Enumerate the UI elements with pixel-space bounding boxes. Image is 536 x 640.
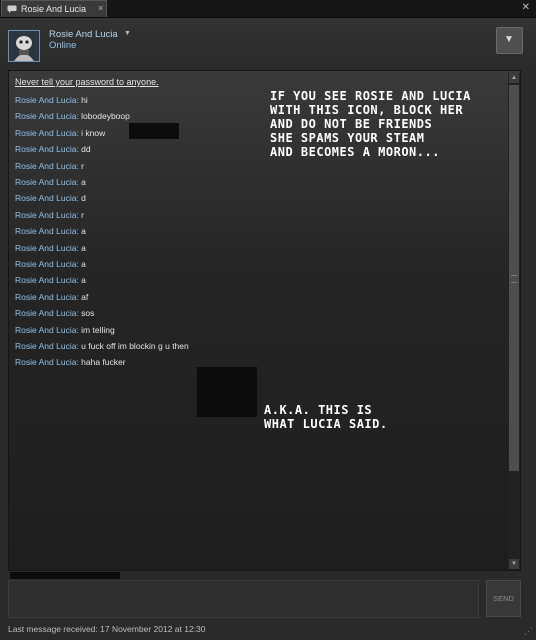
chat-scrollbar[interactable]: ▲ ▼ bbox=[508, 73, 520, 569]
chat-menu-button[interactable]: ▼ bbox=[496, 27, 523, 54]
message-sender[interactable]: Rosie And Lucia bbox=[15, 357, 76, 367]
chevron-down-icon: ▼ bbox=[504, 34, 514, 45]
message-sender[interactable]: Rosie And Lucia bbox=[15, 243, 76, 253]
chat-header: Rosie And Lucia ▼ Online ▼ bbox=[0, 18, 536, 68]
last-message-timestamp: Last message received: 17 November 2012 … bbox=[8, 624, 206, 634]
chat-message: Rosie And Lucia: a bbox=[15, 242, 86, 253]
chat-message: Rosie And Lucia: a bbox=[15, 275, 86, 286]
chat-message: Rosie And Lucia: lobodeyboop bbox=[15, 111, 130, 122]
chat-message: Rosie And Lucia: i know bbox=[15, 127, 106, 138]
chat-message: Rosie And Lucia: r bbox=[15, 160, 85, 171]
chat-message: Rosie And Lucia: dd bbox=[15, 144, 91, 155]
resize-grip-icon[interactable]: ⋰ bbox=[524, 626, 533, 637]
annotation-aka: A.K.A. this is what Lucia said. bbox=[264, 403, 388, 431]
message-text: a bbox=[81, 226, 86, 237]
message-text: a bbox=[81, 177, 86, 187]
message-sender[interactable]: Rosie And Lucia bbox=[15, 161, 76, 171]
message-sender[interactable]: Rosie And Lucia bbox=[15, 292, 76, 302]
message-sender[interactable]: Rosie And Lucia bbox=[15, 95, 76, 105]
message-sender[interactable]: Rosie And Lucia bbox=[15, 341, 76, 351]
chevron-down-icon[interactable]: ▼ bbox=[124, 30, 131, 37]
chat-message: Rosie And Lucia: im telling bbox=[15, 324, 115, 335]
message-text: dd bbox=[81, 144, 91, 155]
message-text: u fuck off im blockin g u then bbox=[81, 341, 189, 351]
chat-message: Rosie And Lucia: d bbox=[15, 193, 86, 204]
scroll-down-icon[interactable]: ▼ bbox=[509, 559, 519, 569]
chat-message: Rosie And Lucia: hi bbox=[15, 95, 88, 105]
tab-chat[interactable]: Rosie And Lucia × bbox=[1, 0, 107, 17]
friend-status: Online bbox=[49, 40, 77, 51]
avatar-image bbox=[9, 31, 39, 61]
message-text: lobodeyboop bbox=[81, 111, 130, 122]
message-sender[interactable]: Rosie And Lucia bbox=[15, 210, 76, 220]
message-text: sos bbox=[81, 308, 95, 319]
message-sender[interactable]: Rosie And Lucia bbox=[15, 325, 76, 335]
message-sender[interactable]: Rosie And Lucia bbox=[15, 144, 76, 154]
message-input[interactable] bbox=[8, 580, 479, 618]
redaction-box bbox=[10, 572, 120, 579]
redaction-box bbox=[129, 123, 179, 139]
chat-log[interactable]: Never tell your password to anyone. Rosi… bbox=[8, 70, 521, 571]
scroll-thumb[interactable] bbox=[509, 85, 519, 471]
avatar[interactable] bbox=[8, 30, 40, 62]
tab-label: Rosie And Lucia bbox=[21, 4, 87, 14]
message-sender[interactable]: Rosie And Lucia bbox=[15, 308, 76, 318]
message-text: hi bbox=[81, 95, 88, 105]
send-button[interactable]: SEND bbox=[486, 580, 521, 617]
message-text: r bbox=[81, 209, 85, 220]
chat-bubble-icon bbox=[7, 5, 17, 13]
message-sender[interactable]: Rosie And Lucia bbox=[15, 177, 76, 187]
message-text: im telling bbox=[81, 324, 115, 335]
message-sender[interactable]: Rosie And Lucia bbox=[15, 128, 76, 138]
chat-message: Rosie And Lucia: a bbox=[15, 226, 86, 237]
message-text: haha fucker bbox=[81, 357, 126, 368]
chat-message: Rosie And Lucia: sos bbox=[15, 308, 95, 319]
chat-message: Rosie And Lucia: af bbox=[15, 291, 89, 302]
message-text: af bbox=[81, 291, 89, 302]
chat-message: Rosie And Lucia: r bbox=[15, 209, 85, 220]
message-text: i know bbox=[81, 127, 106, 138]
chat-message: Rosie And Lucia: a bbox=[15, 177, 86, 187]
message-sender[interactable]: Rosie And Lucia bbox=[15, 193, 76, 203]
window-close-icon[interactable]: ✕ bbox=[522, 2, 530, 13]
annotation-warning: If you see Rosie and Lucia with this ico… bbox=[270, 89, 471, 159]
tab-bar: Rosie And Lucia × ✕ bbox=[0, 0, 536, 18]
tab-close-icon[interactable]: × bbox=[98, 3, 103, 13]
message-text: a bbox=[81, 242, 86, 253]
message-text: a bbox=[81, 259, 86, 269]
message-sender[interactable]: Rosie And Lucia bbox=[15, 111, 76, 121]
chat-message: Rosie And Lucia: haha fucker bbox=[15, 357, 126, 368]
message-sender[interactable]: Rosie And Lucia bbox=[15, 275, 76, 285]
redaction-box bbox=[197, 367, 257, 417]
scroll-up-icon[interactable]: ▲ bbox=[509, 73, 519, 83]
message-sender[interactable]: Rosie And Lucia bbox=[15, 259, 76, 269]
message-sender[interactable]: Rosie And Lucia bbox=[15, 226, 76, 236]
message-text: r bbox=[81, 160, 85, 171]
message-text: a bbox=[81, 275, 86, 286]
friend-name[interactable]: Rosie And Lucia bbox=[49, 29, 118, 40]
password-warning: Never tell your password to anyone. bbox=[15, 77, 159, 87]
chat-message: Rosie And Lucia: a bbox=[15, 259, 86, 269]
chat-message: Rosie And Lucia: u fuck off im blockin g… bbox=[15, 341, 189, 351]
message-text: d bbox=[81, 193, 86, 204]
